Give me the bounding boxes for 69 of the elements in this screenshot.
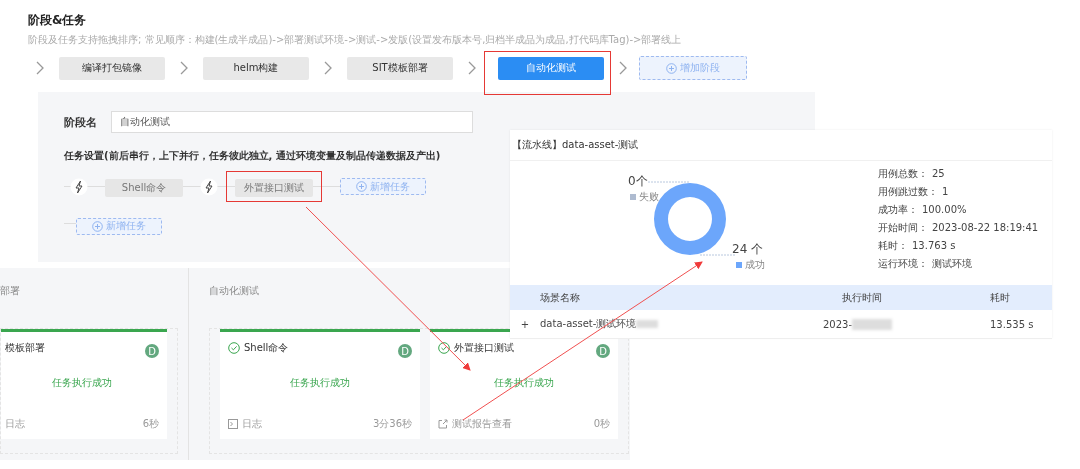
- add-icon: [356, 181, 367, 192]
- stage-name-field[interactable]: 自动化测试: [111, 111, 473, 133]
- stat-value: 测试环境: [932, 258, 972, 269]
- avatar-badge: D: [596, 344, 610, 358]
- stage-tab[interactable]: 编译打包镜像: [59, 56, 165, 80]
- report-title: 【流水线】data-asset-测试: [510, 130, 1052, 161]
- avatar-badge: D: [398, 344, 412, 358]
- leader-line: [699, 254, 737, 256]
- value-label: 24 个: [732, 241, 765, 258]
- status-text: 任务执行成功: [51, 376, 113, 390]
- stat-label: 运行环境：: [878, 258, 928, 269]
- chevron-icon: [468, 61, 476, 75]
- stage-tab[interactable]: SIT模板部署: [347, 56, 453, 80]
- duration-text: 0秒: [593, 417, 610, 431]
- stat-label: 耗时：: [878, 240, 908, 251]
- table-cell: 13.535 s: [990, 318, 1034, 330]
- column-header: 执行时间: [841, 290, 883, 305]
- stat-value: 100.00%: [922, 204, 967, 215]
- terminal-icon: [228, 419, 238, 429]
- tasks-heading: 任务设置(前后串行，上下并行，任务彼此独立, 通过环境变量及制品传递数据及产出): [64, 149, 442, 163]
- avatar-badge: D: [145, 344, 159, 358]
- card-title: Shell命令: [244, 341, 290, 355]
- stage-tab[interactable]: helm构建: [203, 56, 309, 80]
- chevron-icon: [619, 61, 627, 75]
- field-label: 阶段名: [64, 114, 97, 130]
- expand-button[interactable]: +: [510, 318, 540, 330]
- log-link[interactable]: 日志: [242, 417, 262, 431]
- stat-value: 13.763 s: [912, 240, 956, 251]
- add-task-button[interactable]: 新增任务: [340, 178, 426, 195]
- card-title: 外置接口测试: [454, 341, 515, 355]
- column-header: 场景名称: [540, 290, 581, 305]
- legend-swatch: [630, 194, 636, 200]
- column-title: 部署: [0, 284, 20, 298]
- stat-label: 成功率：: [878, 204, 918, 215]
- task-chip[interactable]: Shell命令: [105, 179, 183, 197]
- column-title: 自动化测试: [209, 284, 259, 298]
- chevron-icon: [180, 61, 188, 75]
- column-header: 耗时: [990, 290, 1011, 305]
- value-label: 0个: [628, 173, 649, 190]
- lightning-icon: [200, 177, 218, 196]
- stage-tab[interactable]: 自动化测试: [498, 56, 604, 80]
- external-link-icon: [438, 419, 448, 429]
- card-title: 模板部署: [5, 341, 46, 355]
- add-icon: [92, 220, 103, 232]
- log-link[interactable]: 日志: [5, 417, 25, 431]
- stat-value: 1: [942, 186, 949, 197]
- task-chip[interactable]: 外置接口测试: [235, 179, 313, 197]
- add-icon: [666, 62, 677, 74]
- stat-value: 2023-08-22 18:19:41: [932, 222, 1039, 233]
- section-title: 阶段&任务: [28, 12, 88, 29]
- add-task-button[interactable]: 新增任务: [76, 217, 162, 235]
- duration-text: 3分36秒: [372, 417, 412, 431]
- chevron-icon: [324, 61, 332, 75]
- stat-label: 用例总数：: [878, 168, 928, 179]
- stat-label: 用例跳过数：: [878, 186, 938, 197]
- hint-text: 阶段及任务支持拖拽排序; 常见顺序：构建(生成半成品)->部署测试环境->测试->发版(设置发布版本号,归档半成品为成品,打代码库Tag)->部署线上: [28, 33, 683, 47]
- chevron-icon: [36, 61, 44, 75]
- add-stage-button[interactable]: 增加阶段: [639, 56, 747, 80]
- table-cell: 2023-: [823, 318, 853, 330]
- stat-value: 25: [932, 168, 945, 179]
- log-link[interactable]: 测试报告查看: [452, 417, 512, 431]
- legend-label: 成功: [745, 258, 765, 272]
- legend-label: 失败: [639, 190, 659, 204]
- status-text: 任务执行成功: [289, 376, 351, 390]
- leader-line: [647, 181, 691, 183]
- legend-swatch: [736, 262, 742, 268]
- lightning-icon: [70, 177, 88, 196]
- duration-text: 6秒: [142, 417, 159, 431]
- stat-label: 开始时间：: [878, 222, 928, 233]
